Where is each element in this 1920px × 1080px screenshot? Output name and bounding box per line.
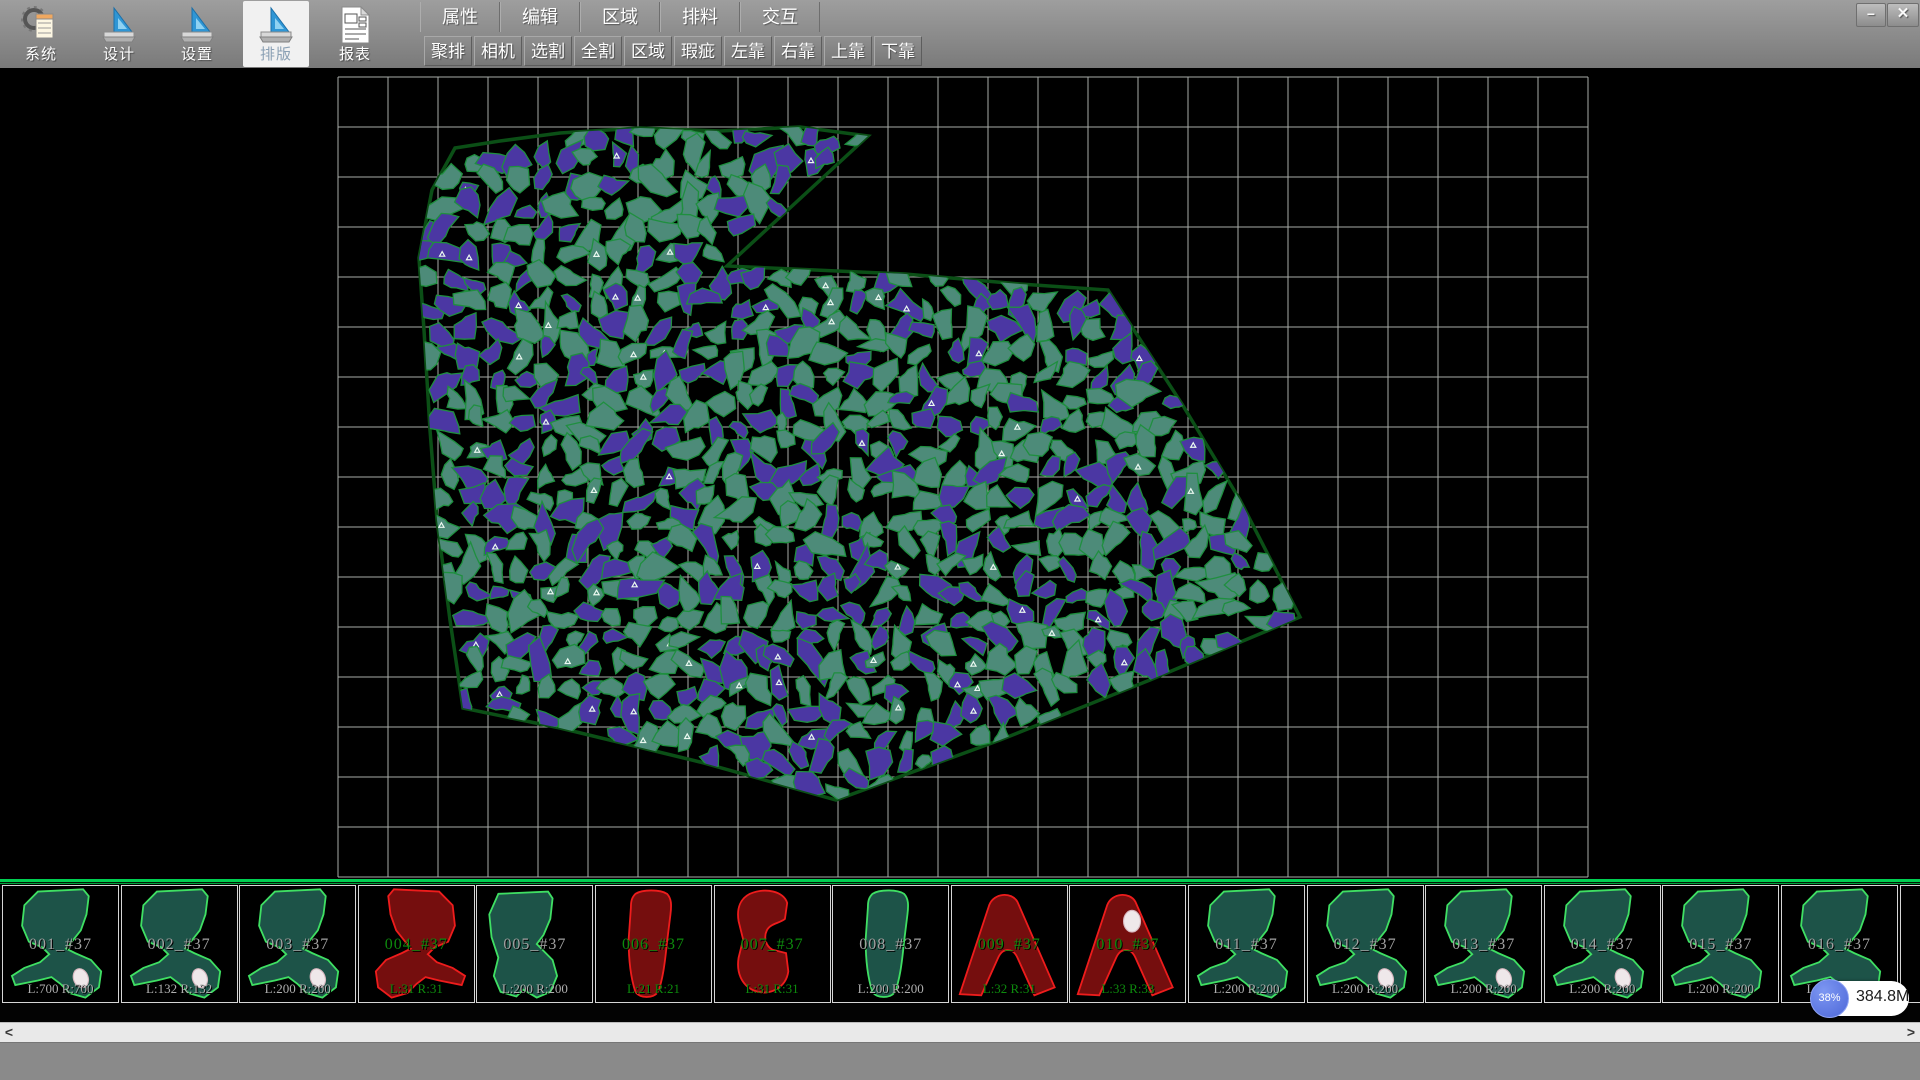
thumbnail-piece-015[interactable]: 015_#37 L:200 R:200 [1662,885,1779,1003]
piece-label: 017_#37 [1901,936,1920,954]
piece-label: 006_#37 [596,936,711,954]
toolbar-button-layout[interactable]: 排版 [243,1,309,67]
settings-icon [177,5,217,45]
piece-label: 013_#37 [1426,936,1541,954]
report-icon [335,5,375,45]
menu-item-edit[interactable]: 编辑 [500,2,580,32]
nesting-drawing [0,68,1920,879]
piece-count: L:200 R:200 [1545,981,1660,997]
tool-button-cut-all[interactable]: 全割 [574,36,622,66]
piece-count: L:200 R:200 [240,981,355,997]
thumbnail-piece-011[interactable]: 011_#37 L:200 R:200 [1188,885,1305,1003]
menu-item-region[interactable]: 区域 [580,2,660,32]
toolbar-button-label: 报表 [322,43,388,64]
minimize-button[interactable]: − [1856,3,1886,27]
piece-count: L:700 R:700 [3,981,118,997]
piece-count: L:132 R:132 [122,981,237,997]
menu-item-nesting[interactable]: 排料 [660,2,740,32]
piece-label: 011_#37 [1189,936,1304,954]
tool-button-region[interactable]: 区域 [624,36,672,66]
menu-item-properties[interactable]: 属性 [420,2,500,32]
piece-label: 010_#37 [1070,936,1185,954]
tool-button-snap-bottom[interactable]: 下靠 [874,36,922,66]
tool-button-snap-right[interactable]: 右靠 [774,36,822,66]
piece-label: 003_#37 [240,936,355,954]
thumbnail-piece-005[interactable]: 005_#37 L:200 R:200 [476,885,593,1003]
piece-label: 009_#37 [952,936,1067,954]
thumbnail-piece-002[interactable]: 002_#37 L:132 R:132 [121,885,238,1003]
system-icon [21,5,61,45]
status-bar [0,1042,1920,1080]
piece-label: 007_#37 [715,936,830,954]
piece-count: L:33 R:33 [1070,981,1185,997]
scroll-right-arrow[interactable]: > [1902,1023,1920,1043]
piece-count: L:31 R:31 [715,981,830,997]
thumbnail-piece-014[interactable]: 014_#37 L:200 R:200 [1544,885,1661,1003]
toolbar-button-report[interactable]: 报表 [322,1,388,67]
tool-button-cluster-nest[interactable]: 聚排 [424,36,472,66]
menu-bar: 属性 编辑 区域 排料 交互 [420,2,820,32]
piece-label: 012_#37 [1308,936,1423,954]
thumbnail-piece-004[interactable]: 004_#37 L:31 R:31 [358,885,475,1003]
piece-count: L:200 R:200 [1189,981,1304,997]
piece-label: 008_#37 [833,936,948,954]
piece-thumbnail-strip: 001_#37 L:700 R:700 002_#37 L:132 R:132 … [0,885,1920,1022]
tool-button-snap-top[interactable]: 上靠 [824,36,872,66]
toolbar-button-label: 排版 [243,43,309,64]
scroll-left-arrow[interactable]: < [0,1023,18,1043]
tool-button-select-cut[interactable]: 选割 [524,36,572,66]
thumbnail-piece-010[interactable]: 010_#37 L:33 R:33 [1069,885,1186,1003]
piece-label: 014_#37 [1545,936,1660,954]
piece-count: L:32 R:31 [952,981,1067,997]
piece-count: L:200 R:200 [1663,981,1778,997]
piece-label: 005_#37 [477,936,592,954]
progress-badge: 38% [1810,979,1849,1018]
piece-label: 001_#37 [3,936,118,954]
toolbar-button-system[interactable]: 系统 [8,1,74,67]
thumbnail-piece-007[interactable]: 007_#37 L:31 R:31 [714,885,831,1003]
thumbnail-piece-013[interactable]: 013_#37 L:200 R:200 [1425,885,1542,1003]
piece-count: L:200 R:200 [1426,981,1541,997]
toolbar-button-design[interactable]: 设计 [86,1,152,67]
thumbnail-piece-012[interactable]: 012_#37 L:200 R:200 [1307,885,1424,1003]
tool-bar: 聚排 相机 选割 全割 区域 瑕疵 左靠 右靠 上靠 下靠 [424,36,924,66]
menu-item-interact[interactable]: 交互 [740,2,820,32]
nesting-canvas[interactable] [0,68,1920,879]
close-button[interactable]: ✕ [1887,3,1919,27]
piece-count: L:31 R:31 [359,981,474,997]
layout-icon [256,5,296,45]
piece-count: L:200 R:200 [1308,981,1423,997]
tool-button-camera[interactable]: 相机 [474,36,522,66]
thumbnail-scrollbar[interactable]: < > [0,1022,1920,1042]
main-toolbar: 系统 设计 设置 排版 [0,0,1920,69]
piece-label: 016_#37 [1782,936,1897,954]
piece-count: L:200 R:200 [477,981,592,997]
piece-count: L:21 R:21 [596,981,711,997]
thumbnail-piece-001[interactable]: 001_#37 L:700 R:700 [2,885,119,1003]
thumbnail-piece-003[interactable]: 003_#37 L:200 R:200 [239,885,356,1003]
piece-count: L:200 R:200 [833,981,948,997]
tool-button-defect[interactable]: 瑕疵 [674,36,722,66]
piece-label: 002_#37 [122,936,237,954]
toolbar-button-label: 设计 [86,43,152,64]
piece-label: 004_#37 [359,936,474,954]
thumbnail-piece-008[interactable]: 008_#37 L:200 R:200 [832,885,949,1003]
thumbnail-piece-009[interactable]: 009_#37 L:32 R:31 [951,885,1068,1003]
memory-value: 384.8M [1856,988,1909,1006]
toolbar-button-settings[interactable]: 设置 [164,1,230,67]
piece-label: 015_#37 [1663,936,1778,954]
toolbar-button-label: 系统 [8,43,74,64]
toolbar-button-label: 设置 [164,43,230,64]
design-icon [99,5,139,45]
thumbnail-piece-006[interactable]: 006_#37 L:21 R:21 [595,885,712,1003]
tool-button-snap-left[interactable]: 左靠 [724,36,772,66]
